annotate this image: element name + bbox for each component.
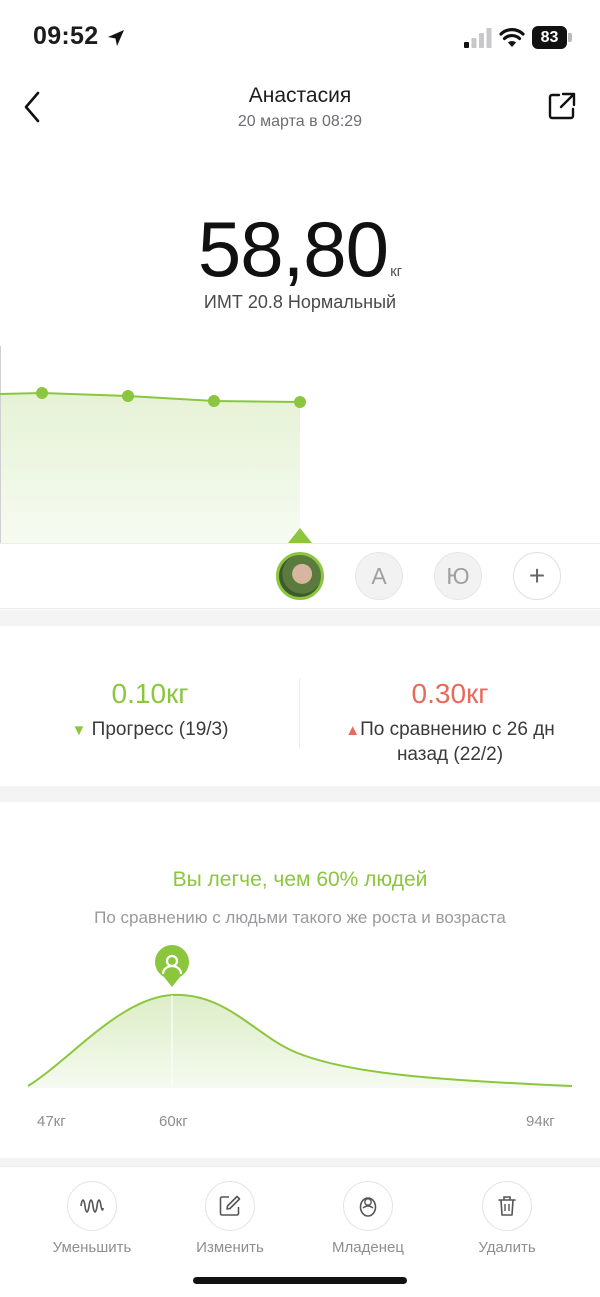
weight-display: 58,80 кг	[0, 204, 600, 295]
section-divider	[0, 1158, 600, 1166]
delete-button[interactable]: Удалить	[437, 1181, 577, 1256]
weight-unit: кг	[390, 263, 403, 280]
weight-value: 58,80	[197, 205, 389, 293]
location-arrow-icon	[108, 30, 124, 46]
edit-label: Изменить	[196, 1239, 264, 1256]
weight-distribution-card: Вы легче, чем 60% людей По сравнению с л…	[0, 800, 600, 1158]
progress-label: Прогресс (19/3)	[91, 719, 229, 740]
battery-indicator: 83	[532, 26, 572, 49]
progress-value: 0.10кг	[111, 678, 189, 709]
page-title: Анастасия	[248, 84, 352, 107]
baby-icon	[359, 1197, 377, 1217]
reduce-button-circle	[67, 1181, 117, 1231]
share-icon[interactable]	[546, 90, 578, 122]
avatar-user-yu[interactable]: Ю	[434, 552, 482, 600]
cellular-signal-icon	[464, 28, 492, 48]
distribution-tick-min: 47кг	[37, 1113, 66, 1130]
avatar-current-user[interactable]	[276, 552, 324, 600]
edit-icon	[219, 1195, 241, 1216]
wave-icon	[80, 1199, 104, 1213]
progress-card: 0.10кг ▼ Прогресс (19/3) 0.30кг ▲По срав…	[0, 626, 600, 786]
distribution-chart	[27, 945, 573, 1088]
up-triangle-icon: ▲	[345, 722, 361, 739]
distribution-area	[28, 994, 572, 1086]
weight-history-chart[interactable]	[0, 340, 600, 550]
baby-label: Младенец	[332, 1239, 404, 1256]
status-bar: 09:52 83	[0, 0, 600, 76]
avatar-user-a[interactable]: А	[355, 552, 403, 600]
history-point	[208, 395, 220, 407]
section-divider	[0, 610, 600, 626]
progress-label-row: ▼ Прогресс (19/3)	[0, 718, 300, 743]
distribution-tick-user: 60кг	[159, 1113, 188, 1130]
history-point	[36, 387, 48, 399]
edit-button-circle	[205, 1181, 255, 1231]
history-area	[0, 393, 300, 543]
distribution-tick-max: 94кг	[526, 1113, 555, 1130]
baby-button-circle	[343, 1181, 393, 1231]
bmi-status: ИМТ 20.8 Нормальный	[203, 292, 397, 312]
comparison-label-row: ▲По сравнению с 26 дн назад (22/2)	[300, 718, 600, 767]
history-point	[122, 390, 134, 402]
baby-button[interactable]: Младенец	[298, 1181, 438, 1256]
distribution-title: Вы легче, чем 60% людей	[172, 868, 428, 891]
home-indicator[interactable]	[193, 1277, 407, 1284]
edit-button[interactable]: Изменить	[160, 1181, 300, 1256]
history-point-selected	[294, 396, 306, 408]
battery-cap	[568, 33, 572, 42]
add-user-button[interactable]: +	[513, 552, 561, 600]
user-position-pin-icon	[155, 945, 189, 987]
trash-icon	[498, 1196, 516, 1216]
battery-level: 83	[532, 26, 567, 49]
comparison-label: По сравнению с 26 дн назад (22/2)	[360, 719, 555, 765]
down-triangle-icon: ▼	[71, 722, 87, 739]
comparison-summary: 0.30кг ▲По сравнению с 26 дн назад (22/2…	[300, 678, 600, 767]
weight-detail-screen: 09:52 83 Анастасия 20 марта в 08:29 58,8…	[0, 0, 600, 1297]
reduce-label: Уменьшить	[52, 1239, 132, 1256]
distribution-subtitle: По сравнению с людьми такого же роста и …	[94, 908, 506, 927]
reduce-button[interactable]: Уменьшить	[22, 1181, 162, 1256]
comparison-value: 0.30кг	[411, 678, 489, 709]
progress-summary: 0.10кг ▼ Прогресс (19/3)	[0, 678, 300, 743]
wifi-icon	[499, 28, 525, 47]
status-time: 09:52	[33, 22, 99, 50]
delete-button-circle	[482, 1181, 532, 1231]
user-selector: А Ю +	[0, 543, 600, 609]
measurement-date: 20 марта в 08:29	[237, 113, 363, 130]
delete-label: Удалить	[478, 1239, 536, 1256]
